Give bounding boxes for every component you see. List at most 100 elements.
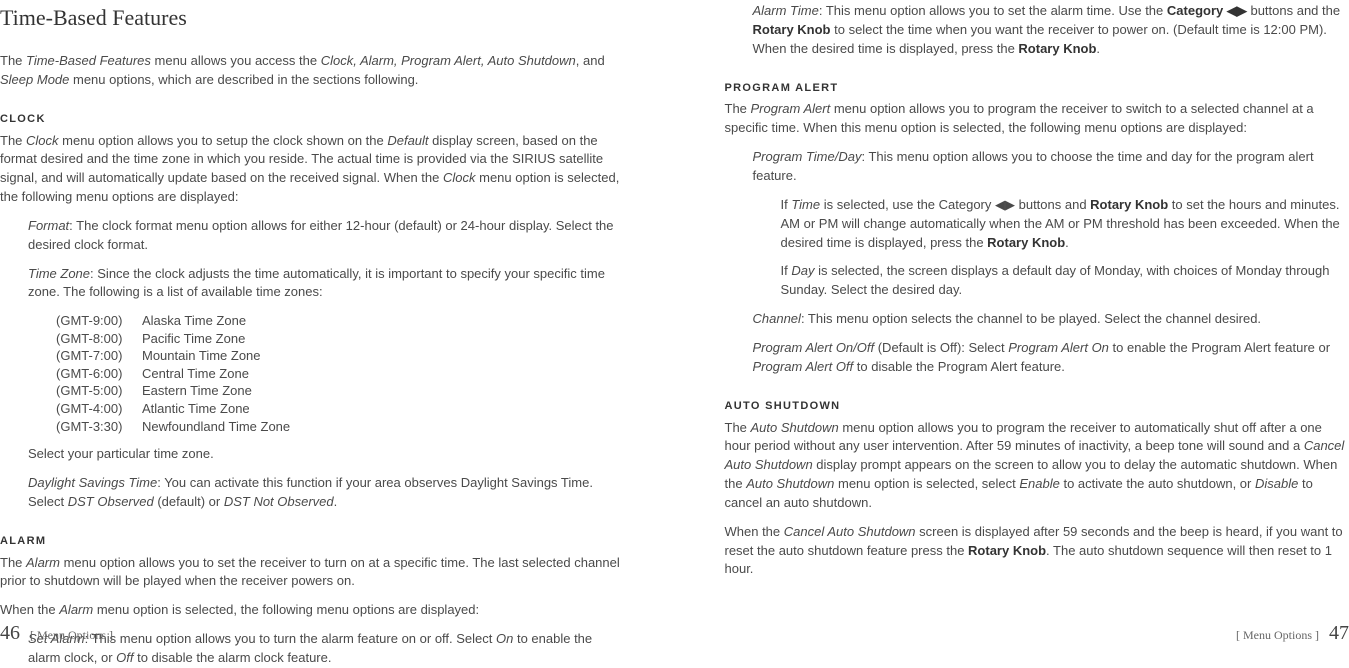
text: to enable the Program Alert feature or (1109, 340, 1330, 355)
text: When the (0, 602, 59, 617)
list-item: (GMT-3:30) Newfoundland Time Zone (56, 418, 625, 436)
list-item: (GMT-6:00) Central Time Zone (56, 365, 625, 383)
tz-offset: (GMT-5:00) (56, 382, 136, 400)
text: Auto Shutdown (746, 476, 834, 491)
page-number: 47 (1329, 619, 1349, 648)
tz-name: Pacific Time Zone (142, 330, 245, 348)
text: to activate the auto shutdown, or (1060, 476, 1255, 491)
text: menu option is selected, the following m… (93, 602, 479, 617)
text: menu option allows you to setup the cloc… (59, 133, 388, 148)
text: Off (116, 650, 133, 665)
text: Clock (26, 133, 59, 148)
text: Program Alert (751, 101, 831, 116)
text: . (1096, 41, 1100, 56)
text: Clock (443, 170, 476, 185)
text: The (0, 53, 26, 68)
right-page: Alarm Time: This menu option allows you … (675, 0, 1349, 654)
text: : This menu option selects the channel t… (801, 311, 1261, 326)
text: Channel (753, 311, 801, 326)
footer-label: [ Menu Options ] (30, 627, 113, 644)
tz-name: Newfoundland Time Zone (142, 418, 290, 436)
tz-name: Alaska Time Zone (142, 312, 246, 330)
channel-option: Channel: This menu option selects the ch… (725, 310, 1349, 329)
tz-offset: (GMT-8:00) (56, 330, 136, 348)
text: Program Alert On (1008, 340, 1109, 355)
footer-label: [ Menu Options ] (1236, 627, 1319, 644)
tz-name: Eastern Time Zone (142, 382, 252, 400)
clock-heading: CLOCK (0, 112, 625, 128)
text: is selected, the screen displays a defau… (781, 263, 1330, 297)
text: Rotary Knob (1018, 41, 1096, 56)
text: menu allows you access the (151, 53, 321, 68)
intro-paragraph: The Time-Based Features menu allows you … (0, 52, 625, 90)
text: DST Not Observed (224, 494, 334, 509)
text: Alarm (26, 555, 60, 570)
text: DST Observed (68, 494, 154, 509)
text: Time (791, 197, 820, 212)
format-option: Format: The clock format menu option all… (0, 217, 625, 255)
page-title: Time-Based Features (0, 0, 625, 34)
text: buttons and (1015, 197, 1090, 212)
alarm-heading: ALARM (0, 534, 625, 550)
tz-offset: (GMT-4:00) (56, 400, 136, 418)
text: Rotary Knob (1090, 197, 1168, 212)
text: Rotary Knob (753, 22, 831, 37)
tz-offset: (GMT-6:00) (56, 365, 136, 383)
list-item: (GMT-5:00) Eastern Time Zone (56, 382, 625, 400)
text: The (0, 133, 26, 148)
text: Disable (1255, 476, 1298, 491)
auto-shutdown-paragraph-1: The Auto Shutdown menu option allows you… (725, 419, 1349, 513)
tz-offset: (GMT-7:00) (56, 347, 136, 365)
left-footer: 46 [ Menu Options ] (0, 619, 113, 648)
alarm-paragraph-2: When the Alarm menu option is selected, … (0, 601, 625, 620)
text: to disable the Program Alert feature. (853, 359, 1065, 374)
text: Cancel Auto Shutdown (784, 524, 916, 539)
text: Rotary Knob (987, 235, 1065, 250)
text: . (1065, 235, 1069, 250)
list-item: (GMT-8:00) Pacific Time Zone (56, 330, 625, 348)
text: to disable the alarm clock feature. (133, 650, 331, 665)
clock-paragraph: The Clock menu option allows you to setu… (0, 132, 625, 207)
tz-name: Central Time Zone (142, 365, 249, 383)
timezone-option: Time Zone: Since the clock adjusts the t… (0, 265, 625, 303)
dst-option: Daylight Savings Time: You can activate … (0, 474, 625, 512)
alarm-time-option: Alarm Time: This menu option allows you … (725, 0, 1349, 59)
text: Sleep Mode (0, 72, 69, 87)
text: Time Zone (28, 266, 90, 281)
auto-shutdown-heading: AUTO SHUTDOWN (725, 399, 1349, 415)
page-number: 46 (0, 619, 20, 648)
tz-name: Mountain Time Zone (142, 347, 261, 365)
text: Program Alert On/Off (753, 340, 875, 355)
text: Alarm (59, 602, 93, 617)
text: Daylight Savings Time (28, 475, 157, 490)
right-footer: [ Menu Options ] 47 (1236, 619, 1349, 648)
text: is selected, use the Category (820, 197, 995, 212)
text: . (334, 494, 338, 509)
program-alert-paragraph: The Program Alert menu option allows you… (725, 100, 1349, 138)
if-time-option: If Time is selected, use the Category ◀▶… (725, 196, 1349, 253)
text: Program Time/Day (753, 149, 862, 164)
text: Program Alert Off (753, 359, 854, 374)
text: When the (725, 524, 784, 539)
text: Enable (1019, 476, 1059, 491)
arrow-icons: ◀▶ (995, 197, 1015, 212)
list-item: (GMT-4:00) Atlantic Time Zone (56, 400, 625, 418)
program-time-day-option: Program Time/Day: This menu option allow… (725, 148, 1349, 186)
tz-offset: (GMT-3:30) (56, 418, 136, 436)
text: buttons and the (1247, 3, 1340, 18)
text: menu options, which are described in the… (69, 72, 418, 87)
text: Category (1167, 3, 1227, 18)
text: (Default is Off): Select (874, 340, 1008, 355)
list-item: (GMT-9:00)Alaska Time Zone (56, 312, 625, 330)
text: If (781, 263, 792, 278)
timezone-list: (GMT-9:00)Alaska Time Zone (GMT-8:00) Pac… (0, 312, 625, 435)
text: The (725, 420, 751, 435)
text: Rotary Knob (968, 543, 1046, 558)
tz-name: Atlantic Time Zone (142, 400, 250, 418)
text: : Since the clock adjusts the time autom… (28, 266, 605, 300)
text: (default) or (154, 494, 224, 509)
text: : This menu option allows you to turn th… (85, 631, 496, 646)
text: Alarm Time (753, 3, 819, 18)
if-day-option: If Day is selected, the screen displays … (725, 262, 1349, 300)
program-alert-heading: PROGRAM ALERT (725, 81, 1349, 97)
